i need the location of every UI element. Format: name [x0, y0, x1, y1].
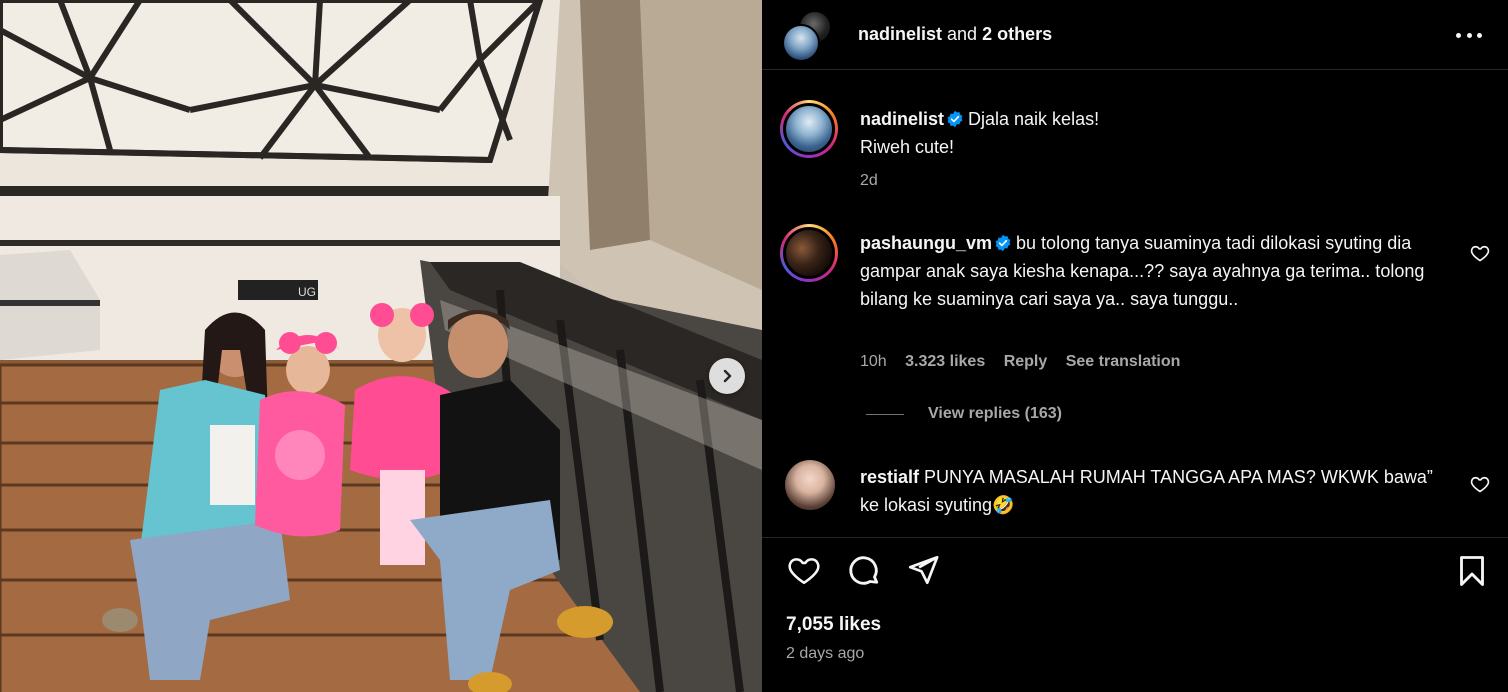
see-translation-button[interactable]: See translation: [1066, 353, 1181, 370]
post-timestamp[interactable]: 2 days ago: [786, 645, 864, 663]
avatar: [782, 24, 820, 62]
caption-avatar[interactable]: [780, 100, 838, 158]
caption-line-1: Djala naik kelas!: [968, 109, 1100, 129]
svg-text:UG: UG: [298, 285, 316, 299]
comment-likes[interactable]: 3.323 likes: [905, 353, 985, 370]
comment-username[interactable]: restialf: [860, 467, 919, 487]
more-options-button[interactable]: [1456, 24, 1482, 46]
post-panel: nadinelist and 2 others nadinelist Djala…: [762, 0, 1508, 692]
view-replies-button[interactable]: View replies (163): [866, 405, 1062, 423]
replies-divider: [866, 413, 904, 415]
comment-username[interactable]: pashaungu_vm: [860, 233, 992, 253]
avatar: [783, 227, 835, 279]
like-heart-icon[interactable]: [786, 553, 822, 587]
caption-meta: 2d: [860, 172, 892, 190]
post-image: UG: [0, 0, 762, 692]
comment-avatar[interactable]: [780, 224, 838, 282]
comment-avatar[interactable]: [785, 460, 835, 510]
comment: restialf PUNYA MASALAH RUMAH TANGGA APA …: [860, 463, 1450, 519]
caption-time[interactable]: 2d: [860, 172, 878, 189]
post-likes[interactable]: 7,055 likes: [786, 614, 881, 636]
avatar: [783, 103, 835, 155]
comment-bubble-icon[interactable]: [846, 553, 882, 589]
ceiling-pattern: [0, 0, 544, 164]
share-send-icon[interactable]: [905, 553, 941, 587]
like-comment-heart-icon[interactable]: [1470, 474, 1490, 494]
post-header: nadinelist and 2 others: [762, 0, 1508, 70]
reply-button[interactable]: Reply: [1004, 353, 1048, 370]
next-photo-button[interactable]: [709, 358, 745, 394]
caption-username[interactable]: nadinelist: [860, 109, 944, 129]
caption: nadinelist Djala naik kelas! Riweh cute!: [860, 105, 1420, 161]
header-username[interactable]: nadinelist: [858, 24, 942, 44]
author-avatars[interactable]: [782, 10, 834, 62]
comment-time[interactable]: 10h: [860, 353, 887, 370]
more-horizontal-icon: [1456, 32, 1482, 38]
like-comment-heart-icon[interactable]: [1470, 243, 1490, 263]
comment-text: PUNYA MASALAH RUMAH TANGGA APA MAS? WKWK…: [860, 467, 1433, 515]
actions-divider: [762, 537, 1508, 538]
verified-badge-icon: [947, 110, 963, 128]
chevron-right-icon: [723, 369, 732, 383]
comment-meta: 10h 3.323 likes Reply See translation: [860, 353, 1194, 371]
header-others[interactable]: 2 others: [982, 24, 1052, 44]
comment: pashaungu_vm bu tolong tanya suaminya ta…: [860, 229, 1450, 313]
header-connector: and: [947, 24, 978, 44]
view-replies-label: View replies (163): [928, 405, 1062, 422]
post-photo[interactable]: UG: [0, 0, 762, 692]
verified-badge-icon: [995, 234, 1011, 252]
caption-line-2: Riweh cute!: [860, 137, 955, 157]
header-authors: nadinelist and 2 others: [858, 24, 1052, 45]
save-bookmark-icon[interactable]: [1454, 553, 1490, 589]
